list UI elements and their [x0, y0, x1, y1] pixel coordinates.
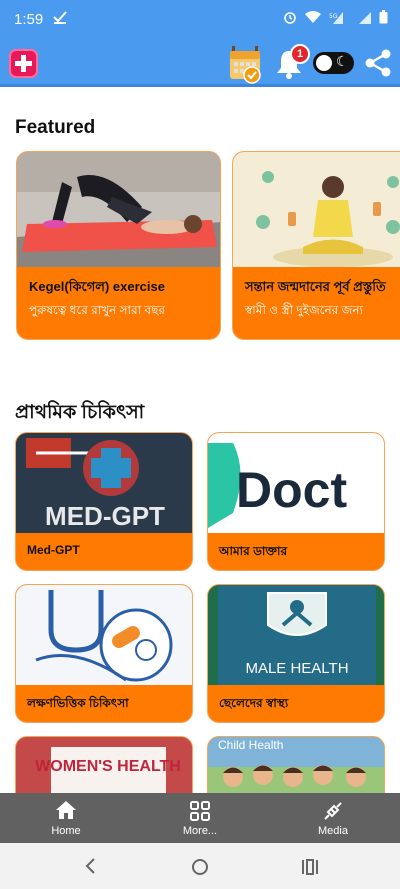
pills-stethoscope-image	[16, 585, 192, 685]
nav-media-label: Media	[318, 825, 348, 837]
card-med-gpt[interactable]: MED-GPT Med-GPT	[15, 432, 193, 571]
card-male-health[interactable]: MALE HEALTH ছেলেদের স্বাস্থ্য	[207, 584, 385, 723]
dark-mode-toggle[interactable]: ☾	[313, 52, 354, 74]
featured-card-title: সন্তান জন্মদানের পূর্ব প্রস্তুতি	[245, 279, 386, 294]
doctor-app-image: Doct	[208, 433, 384, 533]
bottom-navigation: Home More... Media	[0, 793, 400, 843]
home-button-icon[interactable]	[191, 858, 209, 876]
nav-home[interactable]: Home	[11, 793, 121, 843]
status-time: 1:59	[14, 11, 44, 28]
nav-home-label: Home	[51, 825, 81, 837]
battery-icon	[379, 10, 388, 24]
app-logo-icon[interactable]	[9, 49, 38, 78]
pregnancy-prep-image	[233, 152, 400, 267]
card-label: লক্ষণভিত্তিক চিকিৎসা	[27, 696, 129, 710]
featured-card-pregnancy[interactable]: সন্তান জন্মদানের পূর্ব প্রস্তুতি স্বামী …	[232, 151, 400, 340]
doctor-image-text: Doct	[236, 462, 347, 518]
system-navigation-bar	[0, 843, 400, 889]
male-health-image-text: MALE HEALTH	[245, 660, 348, 677]
nav-media[interactable]: Media	[278, 793, 388, 843]
med-gpt-image-text: MED-GPT	[45, 501, 165, 531]
back-icon[interactable]	[83, 857, 97, 875]
toggle-knob	[316, 55, 332, 71]
card-amar-daktar[interactable]: Doct আমার ডাক্তার	[207, 432, 385, 571]
nav-more[interactable]: More...	[145, 793, 255, 843]
status-bar: 1:59 5G	[0, 0, 400, 42]
svg-text:5G: 5G	[329, 13, 338, 20]
signal-icon-2	[359, 12, 371, 24]
media-icon	[324, 802, 342, 820]
featured-card-subtitle: পুরুষত্বে ধরে রাখুন সারা বছর	[29, 303, 165, 317]
card-label: আমার ডাক্তার	[219, 544, 288, 558]
card-label: Med-GPT	[27, 543, 80, 557]
kegel-exercise-image	[17, 152, 220, 267]
first-aid-title: প্রাথমিক চিকিৎসা	[15, 402, 145, 423]
signal-icon: 5G	[329, 12, 343, 24]
male-health-image: MALE HEALTH	[208, 585, 384, 685]
share-icon[interactable]	[363, 48, 393, 78]
system-icons: 5G	[283, 10, 388, 24]
featured-card-title: Kegel(কিগেল) exercise	[29, 279, 165, 294]
med-gpt-image: MED-GPT	[16, 433, 192, 533]
card-symptom-treatment[interactable]: লক্ষণভিত্তিক চিকিৎসা	[15, 584, 193, 723]
featured-card-kegel[interactable]: Kegel(কিগেল) exercise পুরুষত্বে ধরে রাখু…	[16, 151, 221, 340]
womens-health-image-text: WOMEN'S HEALTH	[35, 758, 181, 775]
notification-badge: 1	[290, 44, 310, 64]
featured-title: Featured	[15, 117, 96, 138]
nav-more-label: More...	[182, 825, 218, 837]
featured-card-subtitle: স্বামী ও স্ত্রী দুইজনের জন্য	[245, 303, 363, 317]
alarm-icon	[284, 12, 296, 24]
card-label: ছেলেদের স্বাস্থ্য	[219, 696, 289, 710]
grid-icon	[190, 801, 210, 821]
recents-icon[interactable]	[301, 858, 319, 876]
child-health-image-text: Child Health	[218, 738, 283, 752]
download-done-icon	[52, 9, 68, 29]
wifi-icon	[305, 11, 321, 23]
calendar-check-icon[interactable]	[228, 44, 262, 84]
app-bar: 1 ☾	[0, 42, 400, 87]
home-icon	[56, 801, 76, 819]
moon-icon: ☾	[336, 54, 349, 70]
